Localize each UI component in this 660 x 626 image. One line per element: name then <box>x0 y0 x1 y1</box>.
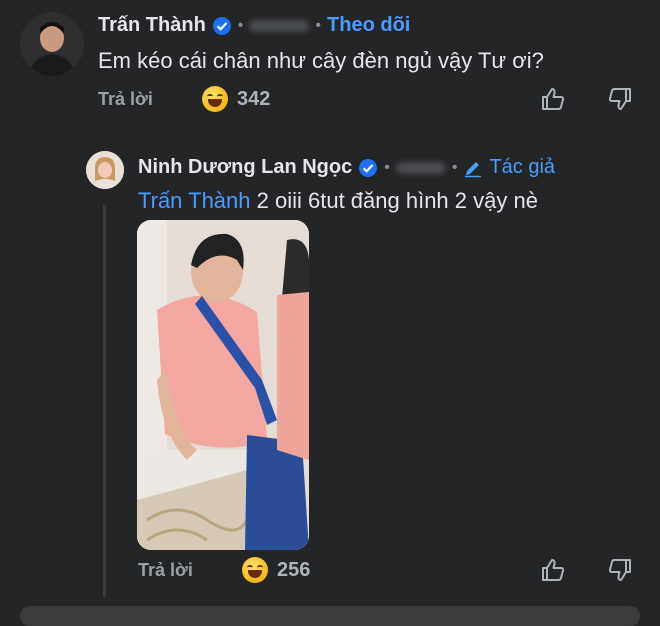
separator-dot: • <box>237 16 244 34</box>
thumbs-down-icon <box>608 88 631 110</box>
reaction-count: 342 <box>237 88 271 110</box>
thread-line <box>103 205 106 597</box>
reply-text: Trấn Thành 2 oiii 6tut đăng hình 2 vậy n… <box>138 188 538 214</box>
laughing-reaction-icon[interactable] <box>202 86 228 117</box>
reply-reaction-count: 256 <box>277 559 311 581</box>
reply-body-text: 2 oiii 6tut đăng hình 2 vậy nè <box>250 188 538 213</box>
thumbs-up-icon <box>542 559 565 581</box>
dislike-button[interactable] <box>607 86 633 117</box>
reply-like-button[interactable] <box>540 557 566 588</box>
separator-dot: • <box>384 158 390 176</box>
photo-image <box>137 220 309 550</box>
comment-author-name[interactable]: Trấn Thành <box>98 14 206 37</box>
laughing-reaction-icon[interactable] <box>242 557 268 588</box>
like-button[interactable] <box>540 86 566 117</box>
avatar[interactable] <box>20 12 84 76</box>
avatar-portrait-icon <box>20 12 84 76</box>
reply-dislike-button[interactable] <box>607 557 633 588</box>
reply-author-name[interactable]: Ninh Dương Lan Ngọc <box>138 156 352 179</box>
separator-dot: • <box>315 16 322 34</box>
verified-badge-icon <box>359 158 378 177</box>
follow-button[interactable]: Theo dõi <box>327 14 410 37</box>
reply-avatar-portrait-icon <box>86 151 124 189</box>
reply-button[interactable]: Trả lời <box>98 89 153 110</box>
attached-photo[interactable] <box>137 220 309 550</box>
comment-composer-edge[interactable] <box>20 606 640 626</box>
reply-avatar[interactable] <box>86 151 124 189</box>
reply-reply-button[interactable]: Trả lời <box>138 560 193 581</box>
mention-link[interactable]: Trấn Thành <box>138 188 251 213</box>
thumbs-up-icon <box>542 88 565 110</box>
comment-text: Em kéo cái chân như cây đèn ngủ vậy Tư ơ… <box>98 48 544 73</box>
verified-badge-icon <box>212 16 231 35</box>
author-badge: Tác giả <box>489 156 556 178</box>
thumbs-down-icon <box>608 559 631 581</box>
separator-dot: • <box>451 158 458 176</box>
pencil-icon <box>465 161 482 177</box>
timestamp-blurred <box>249 19 310 32</box>
timestamp-blurred <box>395 161 446 174</box>
